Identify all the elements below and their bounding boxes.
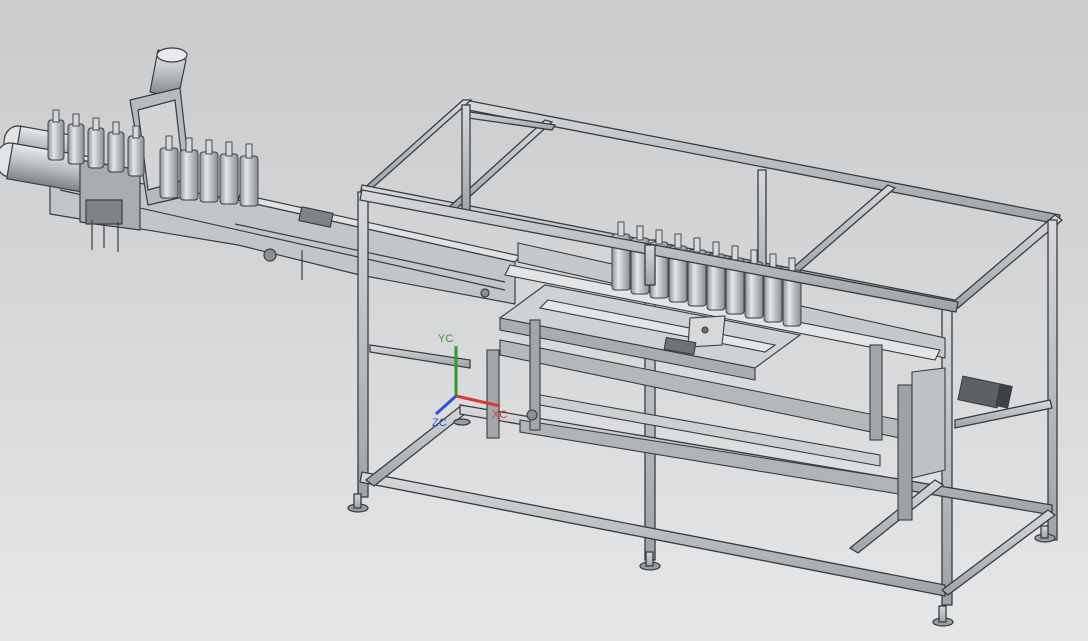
conveyor-arm	[0, 47, 521, 305]
triad-x-label: XC	[492, 409, 507, 421]
triad-y-label: YC	[438, 333, 453, 345]
servo-motor	[957, 375, 1013, 409]
machine-model[interactable]: YC XC ZC	[0, 0, 1088, 641]
cad-3d-viewport[interactable]: YC XC ZC	[0, 0, 1088, 641]
triad-z-label: ZC	[432, 417, 447, 429]
